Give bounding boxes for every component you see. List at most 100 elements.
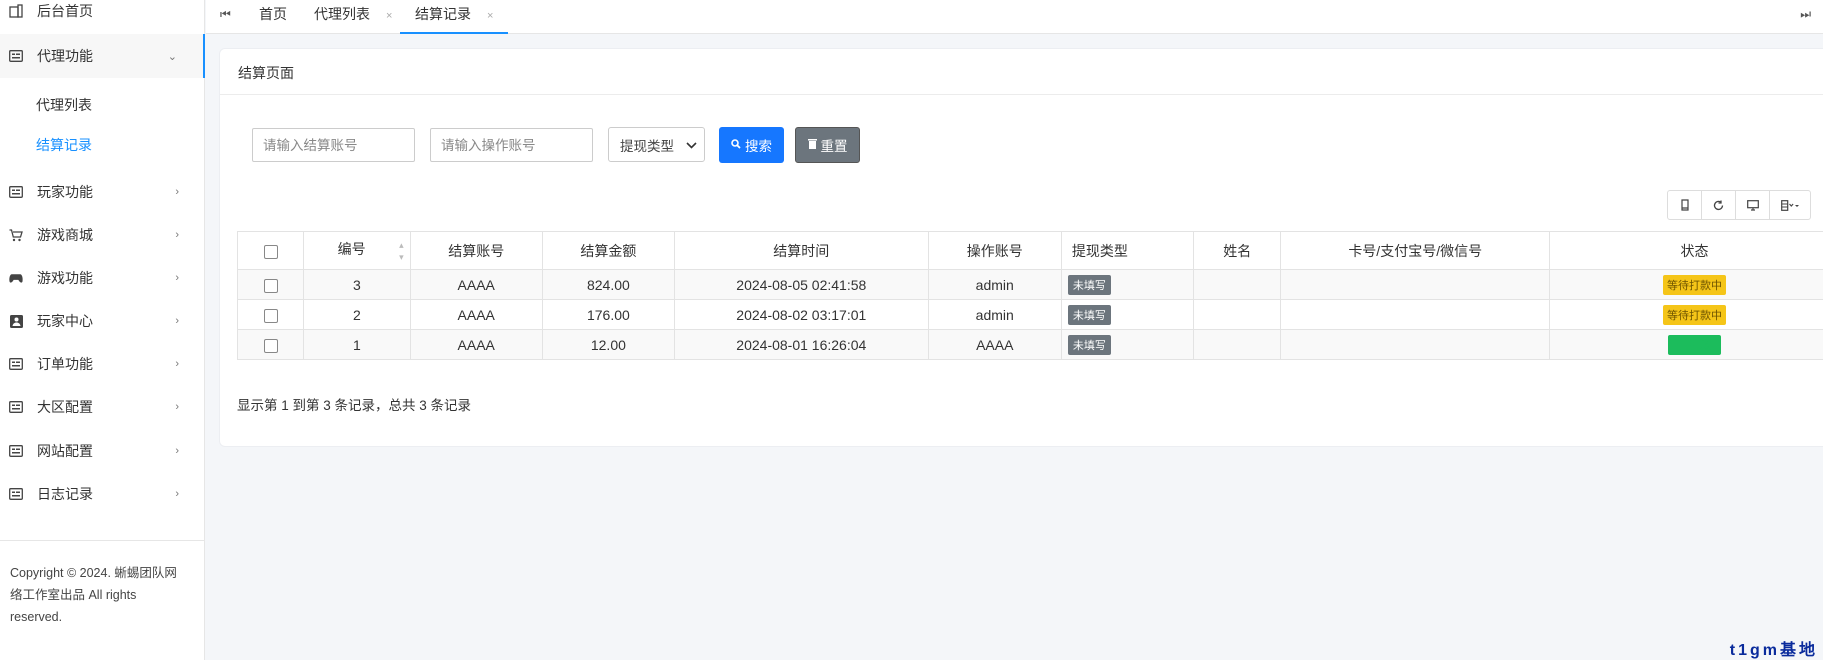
- table-toolbar: [1667, 190, 1811, 220]
- tab-settlement[interactable]: 结算记录 ×: [400, 0, 509, 34]
- column-header-operator: 操作账号: [927, 231, 1062, 270]
- withdraw-type-select[interactable]: 提现类型: [608, 127, 705, 162]
- sidebar-item-label: 玩家中心: [37, 313, 93, 329]
- chevron-right-icon: ›: [175, 272, 179, 284]
- card-divider: [220, 94, 1823, 95]
- sidebar-sub-settlement[interactable]: 结算记录: [36, 135, 92, 155]
- cell-type: 未填写: [1060, 299, 1195, 330]
- select-value: 提现类型: [620, 138, 674, 154]
- type-badge: 未填写: [1067, 304, 1111, 325]
- cell-card: [1280, 299, 1550, 330]
- sidebar-item-label: 网站配置: [37, 443, 93, 459]
- table-row: 3 AAAA 824.00 2024-08-05 02:41:58 admin …: [236, 269, 1823, 300]
- close-icon[interactable]: ×: [386, 10, 392, 22]
- column-header-account: 结算账号: [409, 231, 543, 270]
- cell-amount: 12.00: [541, 329, 675, 360]
- cart-icon: [9, 228, 23, 242]
- toggle-pagination-icon[interactable]: [1668, 191, 1702, 219]
- settlement-table: 编号 ▴ ▾ 结算账号 结算金额 结算时间 操作账号 提现类型 姓名 卡号/支付宝号…: [236, 231, 1823, 360]
- cell-id: 1: [303, 329, 411, 360]
- settlement-account-input[interactable]: [252, 128, 415, 162]
- column-header-status: 状态: [1549, 231, 1823, 270]
- cell-amount: 176.00: [541, 299, 675, 330]
- chevron-right-icon: ›: [175, 401, 179, 413]
- sidebar-item-label: 大区配置: [37, 399, 93, 415]
- sidebar-item-shop[interactable]: 游戏商城 ›: [0, 214, 205, 256]
- settlement-card: 结算页面 提现类型 搜索 重置: [219, 48, 1823, 447]
- column-header-time: 结算时间: [673, 231, 929, 270]
- page-title: 结算页面: [238, 65, 294, 81]
- sidebar-sub-agent-list[interactable]: 代理列表: [36, 95, 92, 115]
- watermark: t1gm基地: [1729, 642, 1818, 659]
- sidebar-item-home[interactable]: 后台首页: [0, 0, 205, 32]
- select-all-cell: [236, 231, 305, 270]
- chevron-right-icon: ›: [175, 445, 179, 457]
- table-row: 2 AAAA 176.00 2024-08-02 03:17:01 admin …: [236, 299, 1823, 330]
- sidebar-item-player[interactable]: 玩家功能 ›: [0, 171, 205, 213]
- cell-amount: 824.00: [541, 269, 675, 300]
- cell-time: 2024-08-05 02:41:58: [673, 269, 929, 300]
- chevron-down-icon: [686, 138, 697, 152]
- sidebar-item-orders[interactable]: 订单功能 ›: [0, 343, 205, 385]
- fullscreen-icon[interactable]: [1736, 191, 1770, 219]
- column-header-type: 提现类型: [1060, 231, 1195, 270]
- cell-name: [1193, 269, 1282, 300]
- cell-account: AAAA: [409, 269, 543, 300]
- row-checkbox[interactable]: [263, 338, 278, 353]
- sort-icon[interactable]: ▴ ▾: [399, 239, 404, 263]
- operator-account-input[interactable]: [430, 128, 593, 162]
- cell-name: [1193, 299, 1282, 330]
- reset-button-label: 重置: [820, 139, 848, 154]
- sidebar-divider: [0, 540, 204, 541]
- close-icon[interactable]: ×: [487, 10, 493, 22]
- table-row: 1 AAAA 12.00 2024-08-01 16:26:04 AAAA 未填…: [236, 329, 1823, 360]
- tab-bar: ⏮ 首页 代理列表 × 结算记录 × ⏭: [206, 0, 1823, 34]
- row-select-cell: [236, 329, 305, 360]
- cell-operator: AAAA: [927, 329, 1062, 360]
- refresh-icon[interactable]: [1702, 191, 1736, 219]
- type-badge: 未填写: [1067, 274, 1111, 295]
- row-checkbox[interactable]: [263, 308, 278, 323]
- cell-time: 2024-08-01 16:26:04: [673, 329, 929, 360]
- tab-home[interactable]: 首页: [259, 0, 287, 34]
- reset-button[interactable]: 重置: [795, 127, 860, 163]
- columns-icon[interactable]: [1770, 191, 1810, 219]
- cell-name: [1193, 329, 1282, 360]
- sidebar-item-logs[interactable]: 日志记录 ›: [0, 473, 205, 515]
- chevron-right-icon: ›: [175, 358, 179, 370]
- chevron-right-icon: ›: [175, 488, 179, 500]
- cell-operator: admin: [927, 269, 1062, 300]
- chevron-down-icon: ⌄: [167, 50, 177, 63]
- sidebar-item-player-center[interactable]: 玩家中心 ›: [0, 300, 205, 342]
- sidebar-item-region[interactable]: 大区配置 ›: [0, 386, 205, 428]
- cell-status: 等待打款中: [1549, 269, 1823, 300]
- sidebar-item-agent[interactable]: 代理功能 ⌄: [0, 34, 205, 78]
- status-badge: 等待打款中: [1663, 274, 1726, 295]
- cell-status: 已打款: [1549, 329, 1823, 360]
- tab-agent-list[interactable]: 代理列表 ×: [314, 0, 392, 34]
- tab-label: 首页: [259, 6, 287, 22]
- gamepad-icon: [9, 271, 23, 285]
- sidebar: 后台首页 代理功能 ⌄ 代理列表 结算记录 玩家功能 › 游戏商城 › 游戏功能…: [0, 0, 205, 660]
- sidebar-item-site[interactable]: 网站配置 ›: [0, 430, 205, 472]
- tab-scroll-right-icon[interactable]: ⏭: [1800, 7, 1811, 22]
- search-button-label: 搜索: [745, 139, 772, 154]
- list-icon: [9, 49, 23, 63]
- row-checkbox[interactable]: [263, 278, 278, 293]
- list-icon: [9, 357, 23, 371]
- copyright: Copyright © 2024. 蜥蜴团队网络工作室出品 All rights…: [10, 566, 177, 624]
- row-select-cell: [236, 299, 305, 330]
- trash-icon: [807, 138, 817, 152]
- cell-account: AAAA: [409, 299, 543, 330]
- sidebar-item-game[interactable]: 游戏功能 ›: [0, 257, 205, 299]
- tab-scroll-left-icon[interactable]: ⏮: [220, 7, 231, 22]
- sidebar-item-label: 日志记录: [37, 486, 93, 502]
- search-button[interactable]: 搜索: [719, 127, 784, 163]
- column-header-card: 卡号/支付宝号/微信号: [1280, 231, 1550, 270]
- column-header-id[interactable]: 编号 ▴ ▾: [303, 231, 411, 270]
- chevron-right-icon: ›: [175, 186, 179, 198]
- sidebar-item-label: 订单功能: [37, 356, 93, 372]
- select-all-checkbox[interactable]: [263, 244, 278, 259]
- list-icon: [9, 185, 23, 199]
- cell-card: [1280, 329, 1550, 360]
